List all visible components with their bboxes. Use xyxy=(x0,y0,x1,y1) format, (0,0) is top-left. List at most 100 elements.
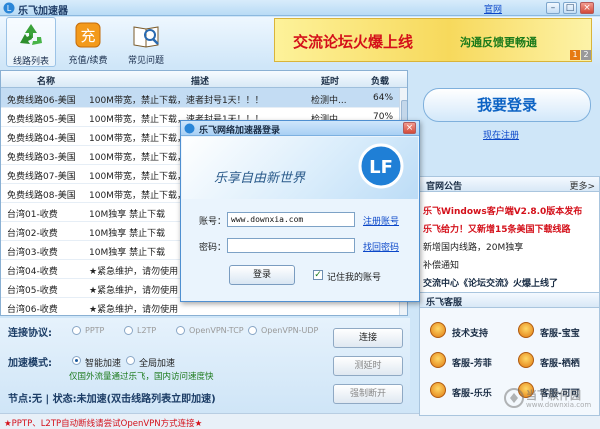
official-site-link[interactable]: 官网 xyxy=(484,2,502,15)
row-name: 台湾06-收费 xyxy=(7,305,58,315)
row-name: 免费线路08-美国 xyxy=(7,191,76,201)
announcement-item[interactable]: 补偿通知 xyxy=(423,258,459,271)
protocol-openvpn-tcp-label: OpenVPN-TCP xyxy=(189,326,244,335)
service-avatar-icon xyxy=(518,322,534,338)
banner-page-1-button[interactable]: 1 xyxy=(570,50,580,60)
row-name: 台湾02-收费 xyxy=(7,229,58,239)
service-avatar-icon xyxy=(430,352,446,368)
watermark-logo-icon xyxy=(504,388,524,408)
row-name: 免费线路03-美国 xyxy=(7,153,76,163)
tab-faq[interactable]: 常见问题 xyxy=(120,17,172,67)
account-label: 账号： xyxy=(199,217,227,227)
table-row[interactable]: 免费线路06-美国 100M带宽，禁止下载，速者封号1天！！！ 检测中... 64% xyxy=(1,88,399,108)
account-input[interactable]: www.downxia.com xyxy=(227,212,355,227)
tab-faq-label: 常见问题 xyxy=(127,56,164,66)
protocol-openvpn-udp-radio[interactable] xyxy=(248,326,257,335)
recycle-icon xyxy=(20,24,42,45)
service-baobao[interactable]: 客服-宝宝 xyxy=(518,322,598,340)
password-input[interactable] xyxy=(227,238,355,253)
window-title: 乐飞加速器 xyxy=(18,6,68,17)
row-description: 100M带宽，禁止下载，速者封号1天！！！ xyxy=(89,96,264,106)
watermark: 当下软件园 www.downxia.com xyxy=(500,385,600,413)
tab-recharge-label: 充值/续费 xyxy=(68,56,108,66)
maximize-button[interactable]: □ xyxy=(563,2,577,14)
recharge-icon: 充 xyxy=(75,22,101,48)
protocol-openvpn-tcp-radio[interactable] xyxy=(176,326,185,335)
lf-logo-text: LF xyxy=(369,157,393,178)
login-dialog: 乐飞网络加速器登录 × 乐享自由新世界 LF 账号： www.downxia.c… xyxy=(180,120,420,302)
column-header-description[interactable]: 描述 xyxy=(191,74,209,87)
right-panel: 我要登录 现在注册 官网公告 更多> 乐飞Windows客户端V2.8.0版本发… xyxy=(415,70,600,416)
dialog-banner: 乐享自由新世界 LF xyxy=(182,137,418,199)
service-qiqi[interactable]: 客服-栖栖 xyxy=(518,352,598,370)
banner-page-2-button[interactable]: 2 xyxy=(581,50,591,60)
force-disconnect-button[interactable]: 强制断开 xyxy=(333,384,403,404)
protocol-pptp-label: PPTP xyxy=(85,326,105,335)
more-announcements-link[interactable]: 更多> xyxy=(569,179,595,192)
announcement-list: 乐飞Windows客户端V2.8.0版本发布 乐飞给力！又新增15条美国下载线路… xyxy=(419,192,600,308)
row-load: 64% xyxy=(373,93,394,103)
dialog-login-button[interactable]: 登录 xyxy=(229,265,295,285)
register-now-link[interactable]: 现在注册 xyxy=(483,128,519,141)
row-name: 免费线路07-美国 xyxy=(7,172,76,182)
row-name: 台湾04-收费 xyxy=(7,267,58,277)
protocol-label: 连接协议: xyxy=(8,328,52,339)
protocol-l2tp-label: L2TP xyxy=(137,326,157,335)
announcement-item[interactable]: 乐飞给力！又新增15条美国下载线路 xyxy=(423,222,571,235)
password-label: 密码： xyxy=(199,243,227,253)
table-header: 名称 描述 延时 负载 xyxy=(1,71,407,88)
row-description: ★紧急维护，请勿使用 xyxy=(89,305,179,315)
mode-global-label: 全局加速 xyxy=(139,359,176,369)
column-header-latency[interactable]: 延时 xyxy=(321,74,339,87)
mode-global-radio[interactable] xyxy=(126,356,135,365)
promo-banner[interactable]: 交流论坛火爆上线 沟通反馈更畅通 1 2 xyxy=(274,18,592,62)
announcement-item[interactable]: 乐飞Windows客户端V2.8.0版本发布 xyxy=(423,204,582,217)
service-title: 乐飞客服 xyxy=(426,298,463,308)
login-button[interactable]: 我要登录 xyxy=(423,88,591,122)
service-header: 乐飞客服 xyxy=(419,292,600,308)
svg-text:充: 充 xyxy=(80,27,95,45)
remember-account-checkbox[interactable]: ✓ xyxy=(313,270,323,280)
protocol-pptp-radio[interactable] xyxy=(72,326,81,335)
tab-recharge[interactable]: 充 充值/续费 xyxy=(62,17,114,67)
column-header-name[interactable]: 名称 xyxy=(37,74,55,87)
row-name: 免费线路05-美国 xyxy=(7,115,76,125)
dialog-close-button[interactable]: × xyxy=(403,122,416,134)
service-avatar-icon xyxy=(518,352,534,368)
connect-button[interactable]: 连接 xyxy=(333,328,403,348)
banner-main-text: 交流论坛火爆上线 xyxy=(293,33,414,51)
mode-smart-radio[interactable] xyxy=(72,356,81,365)
row-name: 免费线路06-美国 xyxy=(7,96,76,106)
protocol-l2tp-radio[interactable] xyxy=(124,326,133,335)
minimize-button[interactable]: – xyxy=(546,2,560,14)
announcement-item[interactable]: 交流中心《论坛交流》火爆上线了 xyxy=(423,276,558,289)
tab-server-list[interactable]: 线路列表 xyxy=(6,17,56,67)
announcement-header: 官网公告 更多> xyxy=(419,176,600,192)
announcement-item[interactable]: 新增国内线路，20M独享 xyxy=(423,240,523,253)
service-name: 客服-芳菲 xyxy=(452,359,492,369)
announcement-title: 官网公告 xyxy=(426,182,463,192)
service-fangfei[interactable]: 客服-芳菲 xyxy=(430,352,510,370)
tab-server-list-label: 线路列表 xyxy=(12,57,49,67)
row-name: 台湾03-收费 xyxy=(7,248,58,258)
close-button[interactable]: × xyxy=(580,2,594,14)
register-account-link[interactable]: 注册账号 xyxy=(363,214,399,227)
banner-sub-text: 沟通反馈更畅通 xyxy=(460,36,537,49)
app-logo-icon: L xyxy=(3,2,15,14)
service-lele[interactable]: 客服-乐乐 xyxy=(430,382,510,400)
mode-label: 加速模式: xyxy=(8,358,52,369)
test-latency-button[interactable]: 测延时 xyxy=(333,356,403,376)
row-name: 台湾05-收费 xyxy=(7,286,58,296)
watermark-url: www.downxia.com xyxy=(526,401,592,409)
service-name: 客服-栖栖 xyxy=(540,359,580,369)
column-header-load[interactable]: 负载 xyxy=(371,74,389,87)
protocol-openvpn-udp-label: OpenVPN-UDP xyxy=(261,326,319,335)
title-bar: L 乐飞加速器 官网 – □ × xyxy=(0,0,600,17)
dialog-slogan: 乐享自由新世界 xyxy=(214,171,306,186)
service-avatar-icon xyxy=(430,382,446,398)
mode-hint: 仅国外流量通过乐飞，国内访问速度快 xyxy=(69,372,214,382)
service-tech-support[interactable]: 技术支持 xyxy=(430,322,510,340)
service-name: 技术支持 xyxy=(452,329,489,339)
service-name: 客服-乐乐 xyxy=(452,389,492,399)
recover-password-link[interactable]: 找回密码 xyxy=(363,240,399,253)
